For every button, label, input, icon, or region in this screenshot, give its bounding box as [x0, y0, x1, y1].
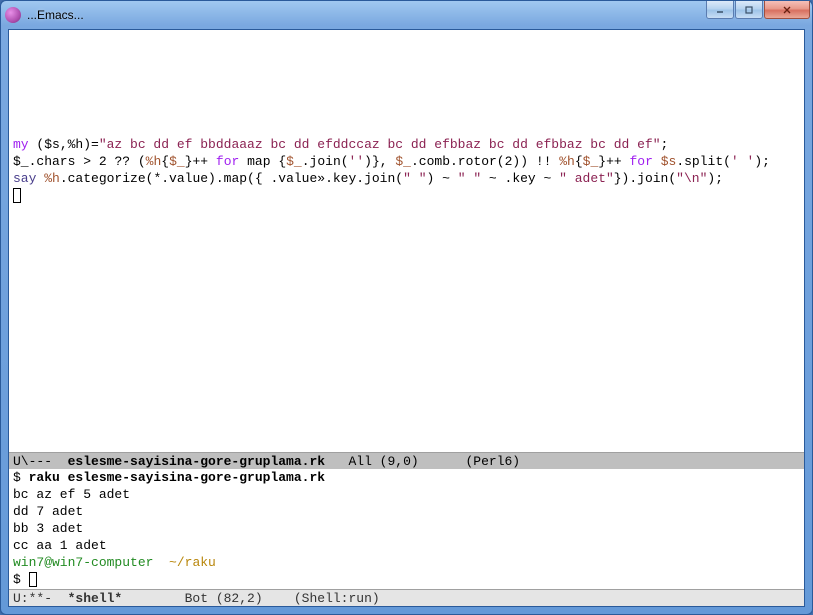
modeline-status: U:**-	[13, 591, 68, 606]
code-token: ''	[349, 154, 365, 169]
code-token: );	[754, 154, 770, 169]
code-token: ($s,%h)=	[29, 137, 99, 152]
code-token: 2	[99, 154, 107, 169]
modeline-buffer: *shell*	[68, 591, 123, 606]
code-token: "\n"	[676, 171, 707, 186]
emacs-icon	[5, 7, 21, 23]
code-token: }).join(	[614, 171, 676, 186]
code-token: ) ~	[427, 171, 458, 186]
code-token: " "	[458, 171, 481, 186]
code-token: $_.chars >	[13, 154, 99, 169]
minimize-button[interactable]	[706, 1, 734, 19]
modeline-mode: (Shell:run)	[294, 591, 380, 606]
code-token: )},	[364, 154, 395, 169]
shell-command: raku eslesme-sayisina-gore-gruplama.rk	[29, 470, 325, 485]
shell-cwd: ~/raku	[153, 555, 215, 570]
shell-output-line: dd 7 adet	[13, 504, 83, 519]
code-token: %h	[44, 171, 60, 186]
modeline-editor[interactable]: U\--- eslesme-sayisina-gore-gruplama.rk …	[9, 452, 804, 469]
minimize-icon	[715, 5, 725, 15]
code-token: .split(	[676, 154, 731, 169]
code-token: ?? (	[107, 154, 146, 169]
modeline-position: Bot (82,2)	[122, 591, 294, 606]
code-token: for	[216, 154, 239, 169]
modeline-buffer: eslesme-sayisina-gore-gruplama.rk	[68, 454, 325, 469]
code-token: for	[629, 154, 652, 169]
shell-output-line: cc aa 1 adet	[13, 538, 107, 553]
shell-user-host: win7@win7-computer	[13, 555, 153, 570]
code-token: my	[13, 137, 29, 152]
shell-output-line: bc az ef 5 adet	[13, 487, 130, 502]
code-token: }++	[185, 154, 216, 169]
modeline-mode: (Perl6)	[466, 454, 521, 469]
code-token: .comb.rotor(	[411, 154, 505, 169]
window-controls	[706, 1, 810, 19]
modeline-status: U\---	[13, 454, 68, 469]
modeline-position: All (9,0)	[325, 454, 465, 469]
code-token: " "	[403, 171, 426, 186]
close-icon	[782, 5, 792, 15]
code-token: " adet"	[559, 171, 614, 186]
code-token	[653, 154, 661, 169]
code-token: )) !!	[512, 154, 559, 169]
maximize-icon	[744, 5, 754, 15]
shell-output-line: bb 3 adet	[13, 521, 83, 536]
shell-prompt: $	[13, 572, 29, 587]
editor-content: my ($s,%h)="az bc dd ef bbddaaaz bc dd e…	[13, 66, 800, 204]
code-token: {	[161, 154, 169, 169]
code-token: say	[13, 171, 36, 186]
titlebar[interactable]: ...Emacs...	[1, 1, 812, 29]
code-token: %h	[146, 154, 162, 169]
editor-pane[interactable]: my ($s,%h)="az bc dd ef bbddaaaz bc dd e…	[9, 30, 804, 452]
code-token: $s	[661, 154, 677, 169]
shell-cursor	[29, 572, 37, 587]
code-token: $_	[395, 154, 411, 169]
code-token: ;	[661, 137, 669, 152]
window-title: ...Emacs...	[27, 8, 808, 22]
code-token: .join(	[302, 154, 349, 169]
shell-prompt: $	[13, 470, 29, 485]
code-token: $_	[583, 154, 599, 169]
code-token: .categorize(*.value).map({ .value».key.j…	[60, 171, 403, 186]
code-token: {	[575, 154, 583, 169]
code-token: %h	[559, 154, 575, 169]
code-token: $_	[286, 154, 302, 169]
code-token: );	[707, 171, 723, 186]
client-area: my ($s,%h)="az bc dd ef bbddaaaz bc dd e…	[8, 29, 805, 607]
maximize-button[interactable]	[735, 1, 763, 19]
code-token: map {	[239, 154, 286, 169]
code-token: "az bc dd ef bbddaaaz bc dd efddccaz bc …	[99, 137, 661, 152]
code-token: ' '	[731, 154, 754, 169]
editor-cursor	[13, 188, 21, 203]
modeline-shell[interactable]: U:**- *shell* Bot (82,2) (Shell:run)	[9, 589, 804, 606]
code-token: }++	[598, 154, 629, 169]
shell-pane[interactable]: $ raku eslesme-sayisina-gore-gruplama.rk…	[9, 469, 804, 589]
code-token: $_	[169, 154, 185, 169]
close-button[interactable]	[764, 1, 810, 19]
code-token: ~ .key ~	[481, 171, 559, 186]
emacs-window: ...Emacs... my ($s,%h)="az bc dd ef bbdd…	[0, 0, 813, 615]
